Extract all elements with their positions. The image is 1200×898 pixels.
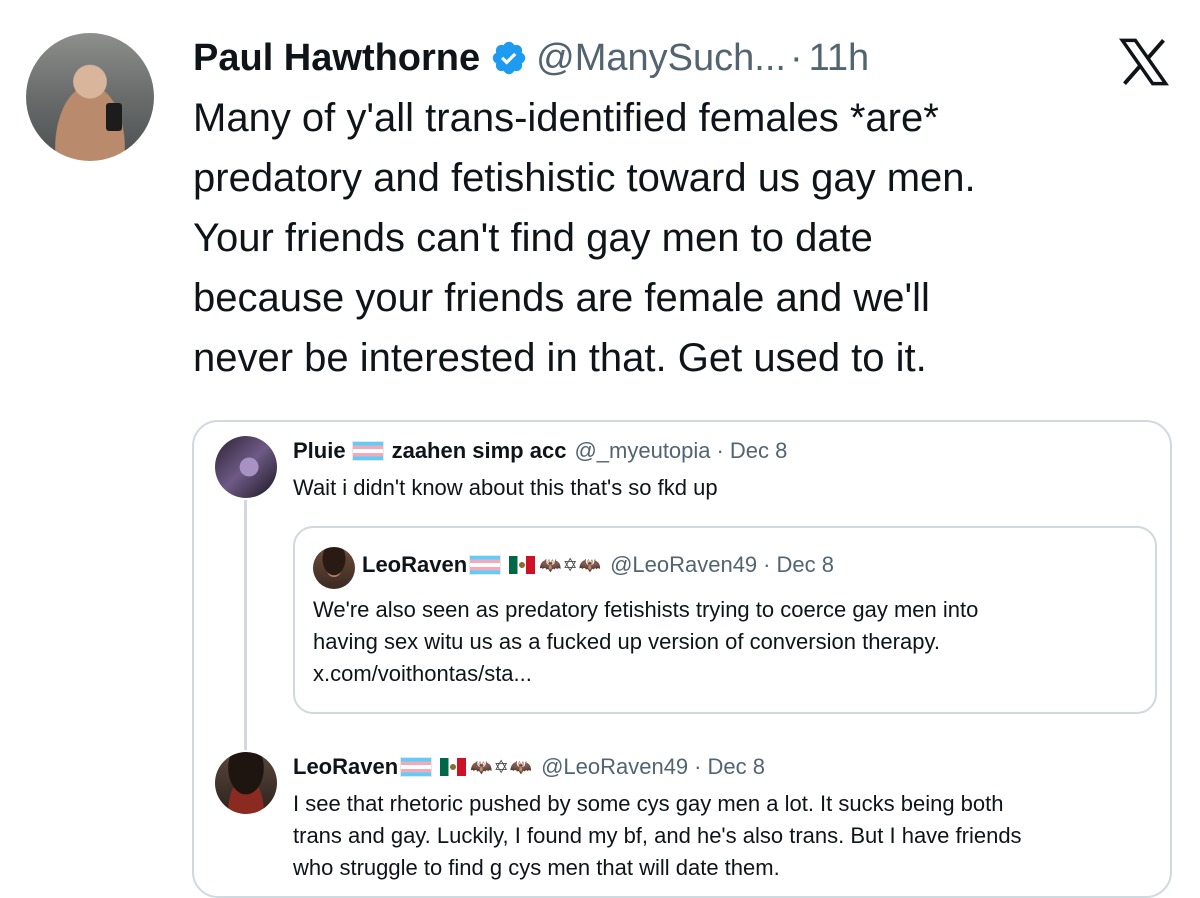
avatar-phone-detail bbox=[106, 103, 122, 131]
mexico-flag-icon bbox=[440, 758, 467, 776]
trans-flag-icon bbox=[469, 555, 502, 575]
reply2-date[interactable]: Dec 8 bbox=[708, 754, 765, 780]
reply1-name-suffix[interactable]: zaahen simp acc bbox=[392, 438, 567, 464]
nested-text-line: having sex witu us as a fucked up versio… bbox=[313, 629, 940, 654]
tweet-text-line: never be interested in that. Get used to… bbox=[193, 336, 927, 380]
verified-badge-icon bbox=[490, 39, 528, 77]
reply1-meta: Pluie zaahen simp acc @_myeutopia · Dec … bbox=[293, 438, 787, 464]
bat-star-emoji-icons: 🦇✡🦇 bbox=[539, 554, 603, 575]
nested-text: We're also seen as predatory fetishists … bbox=[313, 594, 978, 690]
reply2-text-line: I see that rhetoric pushed by some cys g… bbox=[293, 791, 1004, 816]
reply1-name[interactable]: Pluie bbox=[293, 438, 346, 464]
reply2-text-line: trans and gay. Luckily, I found my bf, a… bbox=[293, 823, 1022, 848]
reply1-handle[interactable]: @_myeutopia bbox=[574, 438, 710, 464]
reply1-date[interactable]: Dec 8 bbox=[730, 438, 787, 464]
reply2-handle[interactable]: @LeoRaven49 bbox=[541, 754, 688, 780]
mexico-flag-icon bbox=[509, 556, 536, 574]
author-avatar[interactable] bbox=[26, 33, 154, 161]
nested-name[interactable]: LeoRaven bbox=[362, 552, 467, 578]
thread-connector-line bbox=[244, 500, 247, 750]
reply2-separator: · bbox=[694, 754, 702, 779]
x-logo-icon[interactable] bbox=[1118, 38, 1170, 86]
trans-flag-icon bbox=[351, 441, 384, 461]
reply1-separator: · bbox=[716, 438, 724, 463]
reply2-text: I see that rhetoric pushed by some cys g… bbox=[293, 788, 1022, 884]
tweet-header: Paul Hawthorne @ManySuch... · 11h bbox=[193, 32, 869, 84]
reply1-text: Wait i didn't know about this that's so … bbox=[293, 475, 718, 500]
pluie-avatar[interactable] bbox=[215, 436, 277, 498]
reply2-name[interactable]: LeoRaven bbox=[293, 754, 398, 780]
author-display-name[interactable]: Paul Hawthorne bbox=[193, 37, 480, 80]
bat-star-emoji-icons: 🦇✡🦇 bbox=[470, 756, 534, 777]
reply2-text-line: who struggle to find g cys men that will… bbox=[293, 855, 780, 880]
leoraven-avatar[interactable] bbox=[215, 752, 277, 814]
nested-date[interactable]: Dec 8 bbox=[777, 552, 834, 578]
leoraven-avatar[interactable] bbox=[313, 547, 355, 589]
nested-link[interactable]: x.com/voithontas/sta... bbox=[313, 658, 978, 690]
tweet-body: Many of y'all trans-identified females *… bbox=[193, 88, 1173, 388]
nested-meta: LeoRaven 🦇✡🦇 @LeoRaven49 · Dec 8 bbox=[362, 552, 834, 578]
reply2-meta: LeoRaven 🦇✡🦇 @LeoRaven49 · Dec 8 bbox=[293, 754, 765, 780]
header-separator: · bbox=[789, 36, 803, 79]
trans-flag-icon bbox=[400, 757, 433, 777]
tweet-text-line: predatory and fetishistic toward us gay … bbox=[193, 156, 976, 200]
tweet-text-line: because your friends are female and we'l… bbox=[193, 276, 930, 320]
nested-text-line: We're also seen as predatory fetishists … bbox=[313, 597, 979, 622]
author-handle[interactable]: @ManySuch... bbox=[536, 37, 786, 80]
tweet-text-line: Many of y'all trans-identified females *… bbox=[193, 96, 939, 140]
tweet-timestamp[interactable]: 11h bbox=[809, 37, 870, 80]
tweet-text-line: Your friends can't find gay men to date bbox=[193, 216, 873, 260]
nested-handle[interactable]: @LeoRaven49 bbox=[610, 552, 757, 578]
nested-separator: · bbox=[763, 552, 771, 577]
